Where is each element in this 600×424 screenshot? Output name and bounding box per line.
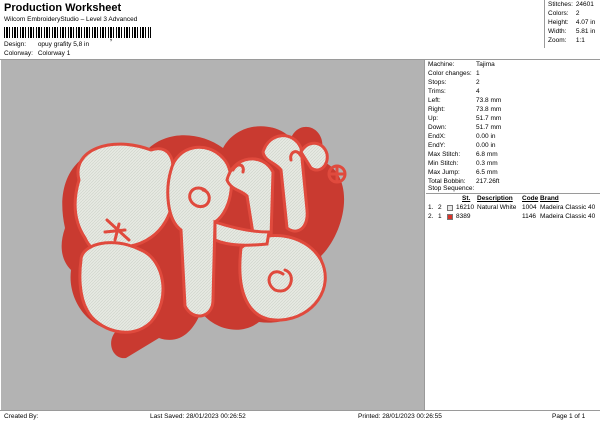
row-code: 1004	[522, 204, 537, 211]
endy-row: EndY: 0.00 in	[428, 142, 496, 150]
row-code: 1146	[522, 213, 536, 220]
stitches-row: Stitches: 24601	[548, 1, 594, 9]
color-changes-value: 1	[476, 70, 480, 77]
stops-row: Stops: 2	[428, 79, 480, 87]
left-value: 73.8 mm	[476, 97, 502, 104]
page-number: Page 1 of 1	[552, 413, 586, 420]
endx-value: 0.00 in	[476, 133, 496, 140]
row-brand: Madeira Classic 40	[540, 213, 596, 220]
sequence-header: St. Description Code Brand	[426, 195, 600, 204]
sequence-divider	[426, 193, 600, 194]
color-changes-row: Color changes: 1	[428, 70, 480, 78]
down-row: Down: 51.7 mm	[428, 124, 502, 132]
up-row: Up: 51.7 mm	[428, 115, 502, 123]
endy-label: EndY:	[428, 142, 446, 149]
min-stitch-label: Min Stitch:	[428, 160, 459, 167]
min-stitch-value: 0.3 mm	[476, 160, 498, 167]
colors-value: 2	[575, 10, 580, 17]
height-label: Height:	[548, 19, 569, 26]
header-description: Description	[477, 195, 513, 202]
colorway-value: Colorway 1	[37, 50, 71, 57]
endy-value: 0.00 in	[476, 142, 496, 149]
row-number: 2.	[428, 213, 434, 220]
header-brand: Brand	[540, 195, 559, 202]
color-swatch	[447, 205, 453, 211]
down-label: Down:	[428, 124, 447, 131]
stitches-value: 24601	[575, 1, 594, 8]
right-label: Right:	[428, 106, 445, 113]
max-stitch-value: 6.8 mm	[476, 151, 498, 158]
up-label: Up:	[428, 115, 439, 122]
app-subtitle: Wilcom EmbroideryStudio – Level 3 Advanc…	[4, 16, 138, 23]
max-jump-row: Max Jump: 6.5 mm	[428, 169, 498, 177]
colorway-label: Colorway:	[4, 50, 33, 57]
machine-row: Machine: Tajima	[428, 61, 495, 69]
trims-label: Trims:	[428, 88, 446, 95]
machine-label: Machine:	[428, 61, 455, 68]
row-st: 8389	[456, 213, 471, 220]
design-label: Design:	[4, 41, 27, 48]
color-changes-label: Color changes:	[428, 70, 472, 77]
zoom-label: Zoom:	[548, 37, 567, 44]
page-title: Production Worksheet	[4, 2, 122, 14]
endx-label: EndX:	[428, 133, 446, 140]
right-value: 73.8 mm	[476, 106, 502, 113]
width-value: 5.81 in	[575, 28, 596, 35]
colors-label: Colors:	[548, 10, 569, 17]
colorway-row: Colorway: Colorway 1	[4, 50, 71, 58]
max-stitch-label: Max Stitch:	[428, 151, 461, 158]
design-row: Design: opuy grafity 5,8 in	[4, 41, 90, 49]
left-label: Left:	[428, 97, 441, 104]
left-row: Left: 73.8 mm	[428, 97, 502, 105]
row-number: 1.	[428, 204, 434, 211]
row-stop: 2	[438, 204, 442, 211]
height-value: 4.07 in	[575, 19, 596, 26]
endx-row: EndX: 0.00 in	[428, 133, 496, 141]
machine-info-panel: Machine: Tajima Color changes: 1 Stops: 2 T…	[426, 60, 600, 410]
machine-value: Tajima	[476, 61, 495, 68]
created-by: Created By:	[4, 413, 39, 420]
sequence-row: 1. 2 16210 Natural White 1004 Madeira Cl…	[426, 204, 600, 213]
header-st: St.	[462, 195, 471, 202]
row-stop: 1	[438, 213, 442, 220]
barcode	[4, 27, 151, 38]
max-stitch-row: Max Stitch: 6.8 mm	[428, 151, 498, 159]
total-bobbin-value: 217.26ft	[476, 178, 500, 185]
max-jump-value: 6.5 mm	[476, 169, 498, 176]
embroidery-design	[61, 126, 347, 359]
last-saved: Last Saved: 28/01/2023 00:26:52	[150, 413, 246, 420]
up-value: 51.7 mm	[476, 115, 502, 122]
printed-date: Printed: 28/01/2023 00:26:55	[358, 413, 442, 420]
height-row: Height: 4.07 in	[548, 19, 596, 27]
min-stitch-row: Min Stitch: 0.3 mm	[428, 160, 498, 168]
sequence-row: 2. 1 8389 1146 Madeira Classic 40	[426, 213, 600, 222]
stops-value: 2	[476, 79, 480, 86]
trims-row: Trims: 4	[428, 88, 480, 96]
stops-label: Stops:	[428, 79, 447, 86]
max-jump-label: Max Jump:	[428, 169, 460, 176]
row-brand: Madeira Classic 40	[540, 204, 596, 211]
zoom-value: 1:1	[575, 37, 585, 44]
width-row: Width: 5.81 in	[548, 28, 596, 36]
width-label: Width:	[548, 28, 567, 35]
color-swatch	[447, 214, 453, 220]
right-row: Right: 73.8 mm	[428, 106, 502, 114]
header-code: Code	[522, 195, 539, 202]
footer-divider	[0, 410, 600, 411]
design-preview	[1, 60, 425, 410]
row-description: Natural White	[477, 204, 517, 211]
stop-sequence-title: Stop Sequence:	[428, 185, 475, 192]
trims-value: 4	[476, 88, 480, 95]
down-value: 51.7 mm	[476, 124, 502, 131]
barcode-mark: ,	[110, 35, 112, 42]
colors-row: Colors: 2	[548, 10, 580, 18]
stats-box: Stitches: 24601 Colors: 2 Height: 4.07 i…	[544, 0, 600, 48]
design-value: opuy grafity 5,8 in	[37, 41, 90, 48]
row-st: 16210	[456, 204, 475, 211]
zoom-row: Zoom: 1:1	[548, 37, 585, 45]
stitches-label: Stitches:	[548, 1, 573, 8]
